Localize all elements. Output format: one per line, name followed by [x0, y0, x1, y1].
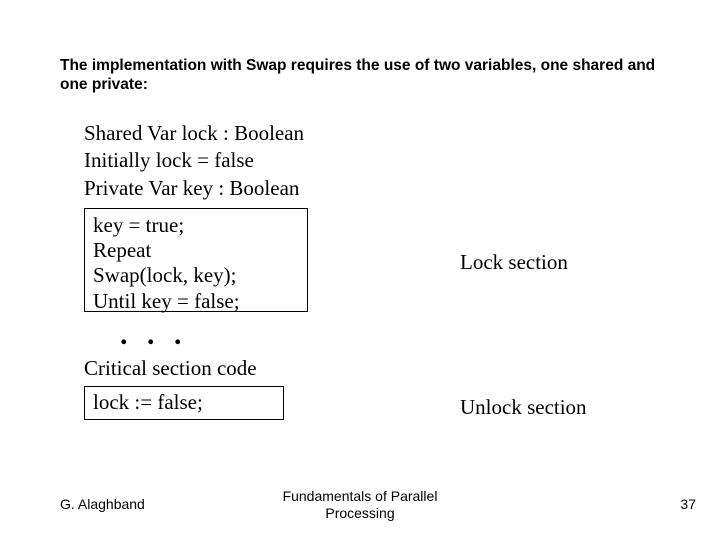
footer-title: Fundamentals of Parallel Processing — [0, 488, 720, 522]
unlock-line-1: lock := false; — [93, 389, 275, 416]
decl-line-1: Shared Var lock : Boolean — [84, 120, 304, 147]
slide-heading: The implementation with Swap requires th… — [60, 56, 660, 95]
lock-line-1: key = true; — [93, 213, 299, 238]
critical-section-label: Critical section code — [84, 356, 257, 381]
lock-line-3: Swap(lock, key); — [93, 263, 299, 288]
lock-section-label: Lock section — [460, 250, 568, 275]
footer-page-number: 37 — [680, 496, 696, 512]
unlock-code-block: lock := false; — [84, 386, 284, 420]
ellipsis-icon: . . . — [120, 318, 188, 352]
declarations-block: Shared Var lock : Boolean Initially lock… — [84, 120, 304, 202]
unlock-section-label: Unlock section — [460, 395, 587, 420]
slide: The implementation with Swap requires th… — [0, 0, 720, 540]
lock-line-2: Repeat — [93, 238, 299, 263]
decl-line-2: Initially lock = false — [84, 147, 304, 174]
footer-title-line-1: Fundamentals of Parallel — [0, 488, 720, 505]
decl-line-3: Private Var key : Boolean — [84, 175, 304, 202]
footer-title-line-2: Processing — [0, 505, 720, 522]
lock-code-block: key = true; Repeat Swap(lock, key); Unti… — [84, 208, 308, 312]
lock-line-4: Until key = false; — [93, 289, 299, 314]
